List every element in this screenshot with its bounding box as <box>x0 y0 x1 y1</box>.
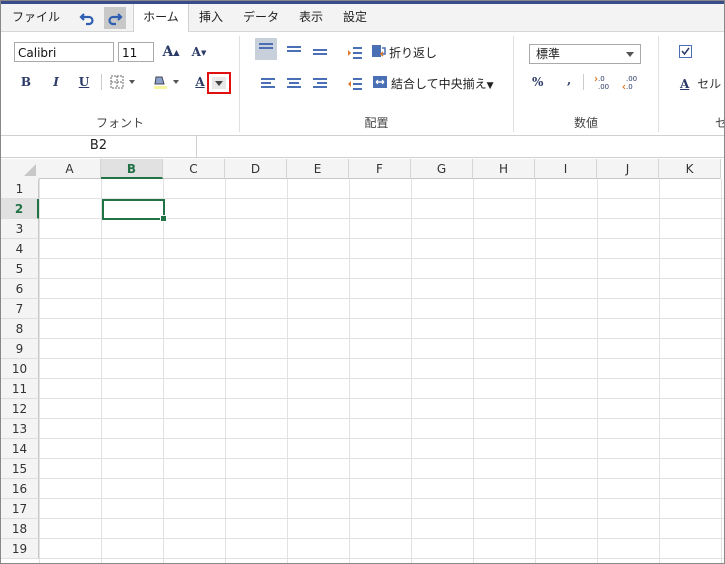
column-header-f[interactable]: F <box>349 159 411 179</box>
svg-text:.00: .00 <box>598 83 609 90</box>
svg-text:.00: .00 <box>626 75 637 83</box>
row-header-3[interactable]: 3 <box>1 219 39 239</box>
column-header-b[interactable]: B <box>101 159 163 179</box>
tab-home[interactable]: ホーム <box>133 4 189 32</box>
fill-color-icon[interactable] <box>151 72 187 92</box>
merge-center-icon[interactable] <box>371 73 389 91</box>
redo-icon[interactable] <box>104 7 126 29</box>
increase-decimal-icon[interactable]: .0.00 <box>593 72 613 92</box>
tab-settings[interactable]: 設定 <box>337 4 373 31</box>
checkbox-icon[interactable] <box>678 44 692 58</box>
comma-button[interactable]: , <box>567 73 571 87</box>
row-header-5[interactable]: 5 <box>1 259 39 279</box>
tab-insert[interactable]: 挿入 <box>193 4 229 31</box>
select-all-corner[interactable] <box>1 159 40 180</box>
decrease-decimal-icon[interactable]: .00.0 <box>621 72 641 92</box>
row-header-1[interactable]: 1 <box>1 179 39 199</box>
row-header-7[interactable]: 7 <box>1 299 39 319</box>
align-middle-icon[interactable] <box>283 38 305 60</box>
row-header-18[interactable]: 18 <box>1 519 39 539</box>
font-color-dropdown-button[interactable] <box>207 72 231 94</box>
align-right-icon[interactable] <box>309 72 331 94</box>
row-header-4[interactable]: 4 <box>1 239 39 259</box>
column-header-e[interactable]: E <box>287 159 349 179</box>
row-header-2[interactable]: 2 <box>1 199 39 219</box>
wrap-text-icon[interactable] <box>371 42 387 60</box>
decrease-font-icon[interactable]: A ▼ <box>189 42 209 62</box>
increase-font-icon[interactable]: A ▲ <box>161 42 181 62</box>
column-header-j[interactable]: J <box>597 159 659 179</box>
indent-icon[interactable] <box>347 42 363 64</box>
formula-input[interactable] <box>197 135 724 158</box>
italic-button[interactable]: I <box>47 72 65 92</box>
spreadsheet-window: ファイル ホーム 挿入 データ 表示 設定 Calibri 11 A ▲ A ▼ B… <box>0 0 725 564</box>
column-header-g[interactable]: G <box>411 159 473 179</box>
row-header-17[interactable]: 17 <box>1 499 39 519</box>
row-header-13[interactable]: 13 <box>1 419 39 439</box>
number-group-label: 数値 <box>573 116 598 130</box>
align-left-icon[interactable] <box>257 72 279 94</box>
column-header-h[interactable]: H <box>473 159 535 179</box>
column-header-a[interactable]: A <box>39 159 101 179</box>
column-header-k[interactable]: K <box>659 159 721 179</box>
menu-file[interactable]: ファイル <box>7 4 65 31</box>
percent-button[interactable]: % <box>532 75 543 89</box>
underline-button[interactable]: U <box>75 72 93 92</box>
alignment-group-label: 配置 <box>364 116 389 130</box>
column-header-c[interactable]: C <box>163 159 225 179</box>
undo-icon[interactable] <box>76 7 98 29</box>
border-icon[interactable] <box>108 72 142 92</box>
row-header-9[interactable]: 9 <box>1 339 39 359</box>
name-box[interactable]: B2 <box>1 135 197 158</box>
row-header-11[interactable]: 11 <box>1 379 39 399</box>
cell-area[interactable] <box>39 179 724 563</box>
row-header-8[interactable]: 8 <box>1 319 39 339</box>
row-header-12[interactable]: 12 <box>1 399 39 419</box>
align-top-icon[interactable] <box>255 38 277 60</box>
row-header-10[interactable]: 10 <box>1 359 39 379</box>
menu-bar: ファイル ホーム 挿入 データ 表示 設定 <box>1 4 724 32</box>
row-header-19[interactable]: 19 <box>1 539 39 559</box>
tab-view[interactable]: 表示 <box>293 4 329 31</box>
ribbon: Calibri 11 A ▲ A ▼ B I U A フォント 折り返し 結合し… <box>1 32 724 136</box>
row-header-16[interactable]: 16 <box>1 479 39 499</box>
row-header-14[interactable]: 14 <box>1 439 39 459</box>
cell-style-button[interactable]: A セル <box>680 75 721 92</box>
divider <box>583 74 584 90</box>
wrap-text-button[interactable]: 折り返し <box>389 44 437 61</box>
column-header-d[interactable]: D <box>225 159 287 179</box>
font-name-input[interactable]: Calibri <box>14 42 114 62</box>
svg-text:.0: .0 <box>626 83 633 90</box>
font-group-label: フォント <box>95 116 144 130</box>
worksheet-grid: ABCDEFGHIJK 1 2 3 4 5 6 7 8 9 10 11 12 13 14 15 16 17 18 1… <box>1 159 724 563</box>
divider <box>101 74 102 90</box>
merge-center-button[interactable]: 結合して中央揃え▼ <box>391 75 494 92</box>
cells-group-label: セ <box>701 114 724 131</box>
font-size-input[interactable]: 11 <box>118 42 154 62</box>
outdent-icon[interactable] <box>347 73 363 95</box>
align-bottom-icon[interactable] <box>309 38 331 60</box>
tab-data[interactable]: データ <box>237 4 285 31</box>
column-header-i[interactable]: I <box>535 159 597 179</box>
svg-text:.0: .0 <box>598 75 605 83</box>
group-divider <box>658 36 659 132</box>
row-header-6[interactable]: 6 <box>1 279 39 299</box>
align-center-icon[interactable] <box>283 72 305 94</box>
bold-button[interactable]: B <box>17 72 35 92</box>
selected-cell[interactable] <box>102 199 167 222</box>
font-color-icon[interactable]: A <box>192 72 208 92</box>
row-header-15[interactable]: 15 <box>1 459 39 479</box>
number-format-select[interactable]: 標準 <box>529 44 641 64</box>
